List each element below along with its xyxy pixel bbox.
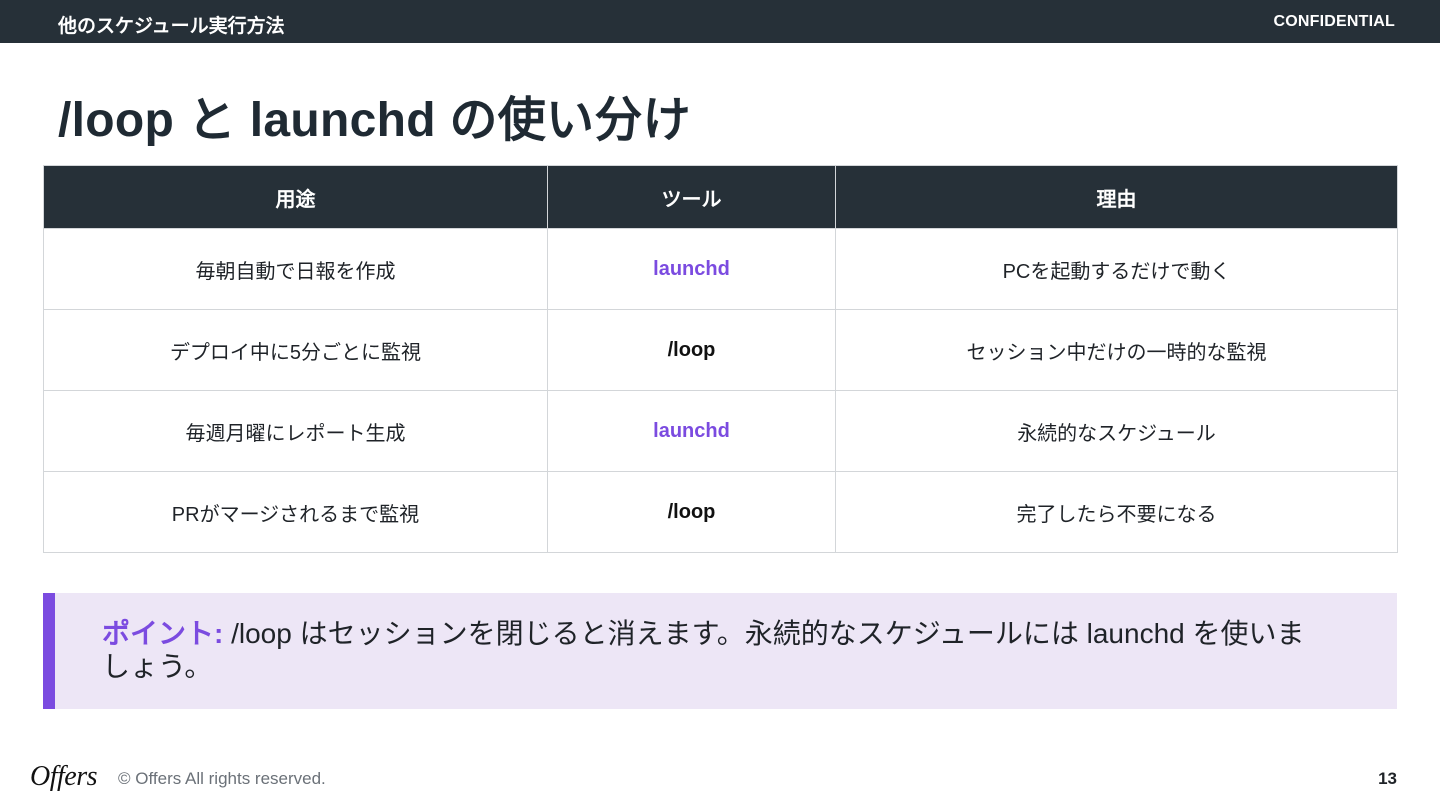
table-row: 毎朝自動で日報を作成 launchd PCを起動するだけで動く bbox=[43, 228, 1398, 310]
point-callout: ポイント: /loop はセッションを閉じると消えます。永続的なスケジュールには… bbox=[43, 593, 1397, 709]
reason-cell: 永続的なスケジュール bbox=[835, 390, 1398, 472]
reason-cell: PCを起動するだけで動く bbox=[835, 228, 1398, 310]
usage-table: 用途 ツール 理由 毎朝自動で日報を作成 launchd PCを起動するだけで動… bbox=[43, 165, 1398, 553]
tool-cell: launchd bbox=[547, 390, 836, 472]
page-number: 13 bbox=[1378, 769, 1397, 788]
header-reason: 理由 bbox=[835, 165, 1398, 229]
confidential-label: CONFIDENTIAL bbox=[1273, 13, 1395, 30]
table-header-row: 用途 ツール 理由 bbox=[43, 165, 1398, 229]
tool-cell: /loop bbox=[547, 471, 836, 553]
point-text: ポイント: /loop はセッションを閉じると消えます。永続的なスケジュールには… bbox=[102, 617, 1322, 683]
use-cell: PRがマージされるまで監視 bbox=[43, 471, 548, 553]
table-row: PRがマージされるまで監視 /loop 完了したら不要になる bbox=[43, 471, 1398, 553]
use-cell: 毎週月曜にレポート生成 bbox=[43, 390, 548, 472]
slide-title: /loop と launchd の使い分け bbox=[58, 94, 691, 147]
table-row: デプロイ中に5分ごとに監視 /loop セッション中だけの一時的な監視 bbox=[43, 309, 1398, 391]
copyright-text: © Offers All rights reserved. bbox=[118, 769, 326, 788]
use-cell: デプロイ中に5分ごとに監視 bbox=[43, 309, 548, 391]
use-cell: 毎朝自動で日報を作成 bbox=[43, 228, 548, 310]
header-tool: ツール bbox=[547, 165, 836, 229]
tool-cell: launchd bbox=[547, 228, 836, 310]
reason-cell: セッション中だけの一時的な監視 bbox=[835, 309, 1398, 391]
reason-cell: 完了したら不要になる bbox=[835, 471, 1398, 553]
point-label: ポイント: bbox=[102, 618, 224, 649]
table-row: 毎週月曜にレポート生成 launchd 永続的なスケジュール bbox=[43, 390, 1398, 472]
offers-logo: Offers bbox=[30, 761, 98, 792]
header-use: 用途 bbox=[43, 165, 548, 229]
point-body: /loop はセッションを閉じると消えます。永続的なスケジュールには launc… bbox=[102, 618, 1305, 682]
tool-cell: /loop bbox=[547, 309, 836, 391]
top-bar: 他のスケジュール実行方法 CONFIDENTIAL bbox=[0, 0, 1440, 43]
section-title: 他のスケジュール実行方法 bbox=[58, 16, 285, 37]
